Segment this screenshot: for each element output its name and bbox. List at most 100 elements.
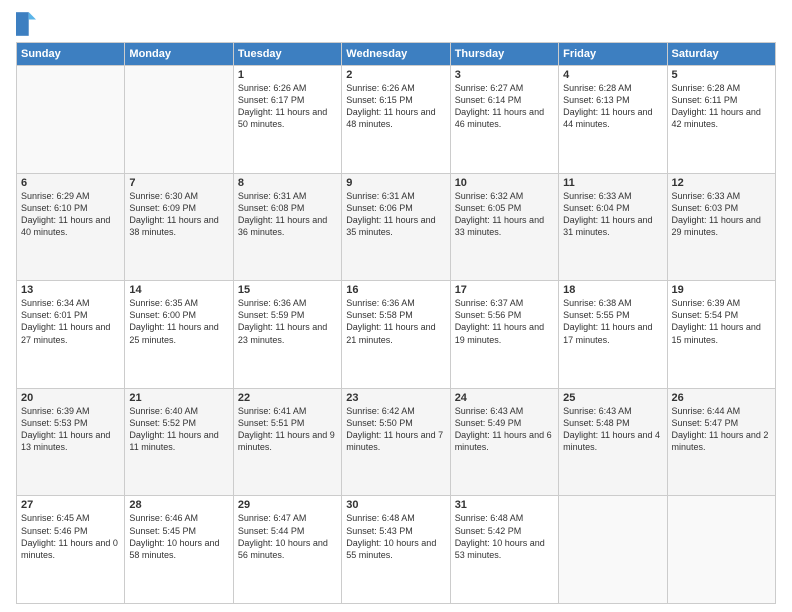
day-number: 25	[563, 392, 662, 404]
calendar-cell: 23Sunrise: 6:42 AM Sunset: 5:50 PM Dayli…	[342, 388, 450, 496]
day-content: Sunrise: 6:31 AM Sunset: 6:06 PM Dayligh…	[346, 190, 445, 239]
calendar-cell: 24Sunrise: 6:43 AM Sunset: 5:49 PM Dayli…	[450, 388, 558, 496]
day-number: 16	[346, 284, 445, 296]
calendar-cell	[559, 496, 667, 604]
day-content: Sunrise: 6:45 AM Sunset: 5:46 PM Dayligh…	[21, 512, 120, 561]
day-content: Sunrise: 6:43 AM Sunset: 5:48 PM Dayligh…	[563, 405, 662, 454]
calendar-cell: 29Sunrise: 6:47 AM Sunset: 5:44 PM Dayli…	[233, 496, 341, 604]
day-content: Sunrise: 6:43 AM Sunset: 5:49 PM Dayligh…	[455, 405, 554, 454]
calendar-cell: 18Sunrise: 6:38 AM Sunset: 5:55 PM Dayli…	[559, 281, 667, 389]
day-content: Sunrise: 6:40 AM Sunset: 5:52 PM Dayligh…	[129, 405, 228, 454]
day-header-monday: Monday	[125, 43, 233, 66]
day-number: 17	[455, 284, 554, 296]
day-content: Sunrise: 6:41 AM Sunset: 5:51 PM Dayligh…	[238, 405, 337, 454]
day-number: 18	[563, 284, 662, 296]
calendar-cell: 6Sunrise: 6:29 AM Sunset: 6:10 PM Daylig…	[17, 173, 125, 281]
calendar-cell: 15Sunrise: 6:36 AM Sunset: 5:59 PM Dayli…	[233, 281, 341, 389]
day-number: 29	[238, 499, 337, 511]
day-content: Sunrise: 6:34 AM Sunset: 6:01 PM Dayligh…	[21, 297, 120, 346]
week-row-5: 27Sunrise: 6:45 AM Sunset: 5:46 PM Dayli…	[17, 496, 776, 604]
day-number: 13	[21, 284, 120, 296]
day-content: Sunrise: 6:46 AM Sunset: 5:45 PM Dayligh…	[129, 512, 228, 561]
calendar-cell: 31Sunrise: 6:48 AM Sunset: 5:42 PM Dayli…	[450, 496, 558, 604]
day-number: 5	[672, 69, 771, 81]
day-header-friday: Friday	[559, 43, 667, 66]
day-number: 20	[21, 392, 120, 404]
week-row-4: 20Sunrise: 6:39 AM Sunset: 5:53 PM Dayli…	[17, 388, 776, 496]
calendar-cell: 17Sunrise: 6:37 AM Sunset: 5:56 PM Dayli…	[450, 281, 558, 389]
header	[16, 12, 776, 36]
day-content: Sunrise: 6:35 AM Sunset: 6:00 PM Dayligh…	[129, 297, 228, 346]
day-number: 30	[346, 499, 445, 511]
day-header-thursday: Thursday	[450, 43, 558, 66]
calendar-cell: 7Sunrise: 6:30 AM Sunset: 6:09 PM Daylig…	[125, 173, 233, 281]
day-content: Sunrise: 6:26 AM Sunset: 6:17 PM Dayligh…	[238, 82, 337, 131]
day-header-saturday: Saturday	[667, 43, 775, 66]
calendar-cell: 5Sunrise: 6:28 AM Sunset: 6:11 PM Daylig…	[667, 66, 775, 174]
day-content: Sunrise: 6:39 AM Sunset: 5:54 PM Dayligh…	[672, 297, 771, 346]
day-header-wednesday: Wednesday	[342, 43, 450, 66]
day-content: Sunrise: 6:44 AM Sunset: 5:47 PM Dayligh…	[672, 405, 771, 454]
day-number: 19	[672, 284, 771, 296]
day-number: 14	[129, 284, 228, 296]
day-content: Sunrise: 6:48 AM Sunset: 5:42 PM Dayligh…	[455, 512, 554, 561]
calendar-cell: 27Sunrise: 6:45 AM Sunset: 5:46 PM Dayli…	[17, 496, 125, 604]
day-number: 23	[346, 392, 445, 404]
calendar-cell: 14Sunrise: 6:35 AM Sunset: 6:00 PM Dayli…	[125, 281, 233, 389]
calendar-cell: 28Sunrise: 6:46 AM Sunset: 5:45 PM Dayli…	[125, 496, 233, 604]
calendar-cell: 25Sunrise: 6:43 AM Sunset: 5:48 PM Dayli…	[559, 388, 667, 496]
day-content: Sunrise: 6:33 AM Sunset: 6:03 PM Dayligh…	[672, 190, 771, 239]
calendar-cell	[17, 66, 125, 174]
calendar-cell: 13Sunrise: 6:34 AM Sunset: 6:01 PM Dayli…	[17, 281, 125, 389]
calendar-cell: 9Sunrise: 6:31 AM Sunset: 6:06 PM Daylig…	[342, 173, 450, 281]
day-content: Sunrise: 6:28 AM Sunset: 6:13 PM Dayligh…	[563, 82, 662, 131]
calendar-cell: 30Sunrise: 6:48 AM Sunset: 5:43 PM Dayli…	[342, 496, 450, 604]
day-header-row: SundayMondayTuesdayWednesdayThursdayFrid…	[17, 43, 776, 66]
calendar-cell: 10Sunrise: 6:32 AM Sunset: 6:05 PM Dayli…	[450, 173, 558, 281]
day-number: 22	[238, 392, 337, 404]
day-content: Sunrise: 6:31 AM Sunset: 6:08 PM Dayligh…	[238, 190, 337, 239]
day-content: Sunrise: 6:38 AM Sunset: 5:55 PM Dayligh…	[563, 297, 662, 346]
week-row-3: 13Sunrise: 6:34 AM Sunset: 6:01 PM Dayli…	[17, 281, 776, 389]
calendar-cell: 21Sunrise: 6:40 AM Sunset: 5:52 PM Dayli…	[125, 388, 233, 496]
day-content: Sunrise: 6:48 AM Sunset: 5:43 PM Dayligh…	[346, 512, 445, 561]
calendar-table: SundayMondayTuesdayWednesdayThursdayFrid…	[16, 42, 776, 604]
day-content: Sunrise: 6:30 AM Sunset: 6:09 PM Dayligh…	[129, 190, 228, 239]
day-content: Sunrise: 6:37 AM Sunset: 5:56 PM Dayligh…	[455, 297, 554, 346]
day-number: 3	[455, 69, 554, 81]
day-number: 27	[21, 499, 120, 511]
day-number: 4	[563, 69, 662, 81]
calendar-cell: 2Sunrise: 6:26 AM Sunset: 6:15 PM Daylig…	[342, 66, 450, 174]
day-number: 6	[21, 177, 120, 189]
calendar-cell: 3Sunrise: 6:27 AM Sunset: 6:14 PM Daylig…	[450, 66, 558, 174]
calendar-cell: 19Sunrise: 6:39 AM Sunset: 5:54 PM Dayli…	[667, 281, 775, 389]
calendar-cell: 1Sunrise: 6:26 AM Sunset: 6:17 PM Daylig…	[233, 66, 341, 174]
calendar-cell: 20Sunrise: 6:39 AM Sunset: 5:53 PM Dayli…	[17, 388, 125, 496]
calendar-cell: 22Sunrise: 6:41 AM Sunset: 5:51 PM Dayli…	[233, 388, 341, 496]
day-number: 28	[129, 499, 228, 511]
day-number: 7	[129, 177, 228, 189]
day-number: 21	[129, 392, 228, 404]
week-row-1: 1Sunrise: 6:26 AM Sunset: 6:17 PM Daylig…	[17, 66, 776, 174]
calendar-cell: 12Sunrise: 6:33 AM Sunset: 6:03 PM Dayli…	[667, 173, 775, 281]
day-number: 15	[238, 284, 337, 296]
page: SundayMondayTuesdayWednesdayThursdayFrid…	[0, 0, 792, 612]
calendar-cell: 4Sunrise: 6:28 AM Sunset: 6:13 PM Daylig…	[559, 66, 667, 174]
day-header-sunday: Sunday	[17, 43, 125, 66]
day-content: Sunrise: 6:26 AM Sunset: 6:15 PM Dayligh…	[346, 82, 445, 131]
day-content: Sunrise: 6:39 AM Sunset: 5:53 PM Dayligh…	[21, 405, 120, 454]
day-content: Sunrise: 6:36 AM Sunset: 5:58 PM Dayligh…	[346, 297, 445, 346]
day-number: 10	[455, 177, 554, 189]
day-content: Sunrise: 6:28 AM Sunset: 6:11 PM Dayligh…	[672, 82, 771, 131]
calendar-cell: 26Sunrise: 6:44 AM Sunset: 5:47 PM Dayli…	[667, 388, 775, 496]
day-number: 2	[346, 69, 445, 81]
calendar-cell: 8Sunrise: 6:31 AM Sunset: 6:08 PM Daylig…	[233, 173, 341, 281]
day-number: 8	[238, 177, 337, 189]
calendar-cell: 11Sunrise: 6:33 AM Sunset: 6:04 PM Dayli…	[559, 173, 667, 281]
day-content: Sunrise: 6:42 AM Sunset: 5:50 PM Dayligh…	[346, 405, 445, 454]
day-content: Sunrise: 6:36 AM Sunset: 5:59 PM Dayligh…	[238, 297, 337, 346]
calendar-cell	[667, 496, 775, 604]
calendar-cell: 16Sunrise: 6:36 AM Sunset: 5:58 PM Dayli…	[342, 281, 450, 389]
day-content: Sunrise: 6:47 AM Sunset: 5:44 PM Dayligh…	[238, 512, 337, 561]
day-number: 31	[455, 499, 554, 511]
